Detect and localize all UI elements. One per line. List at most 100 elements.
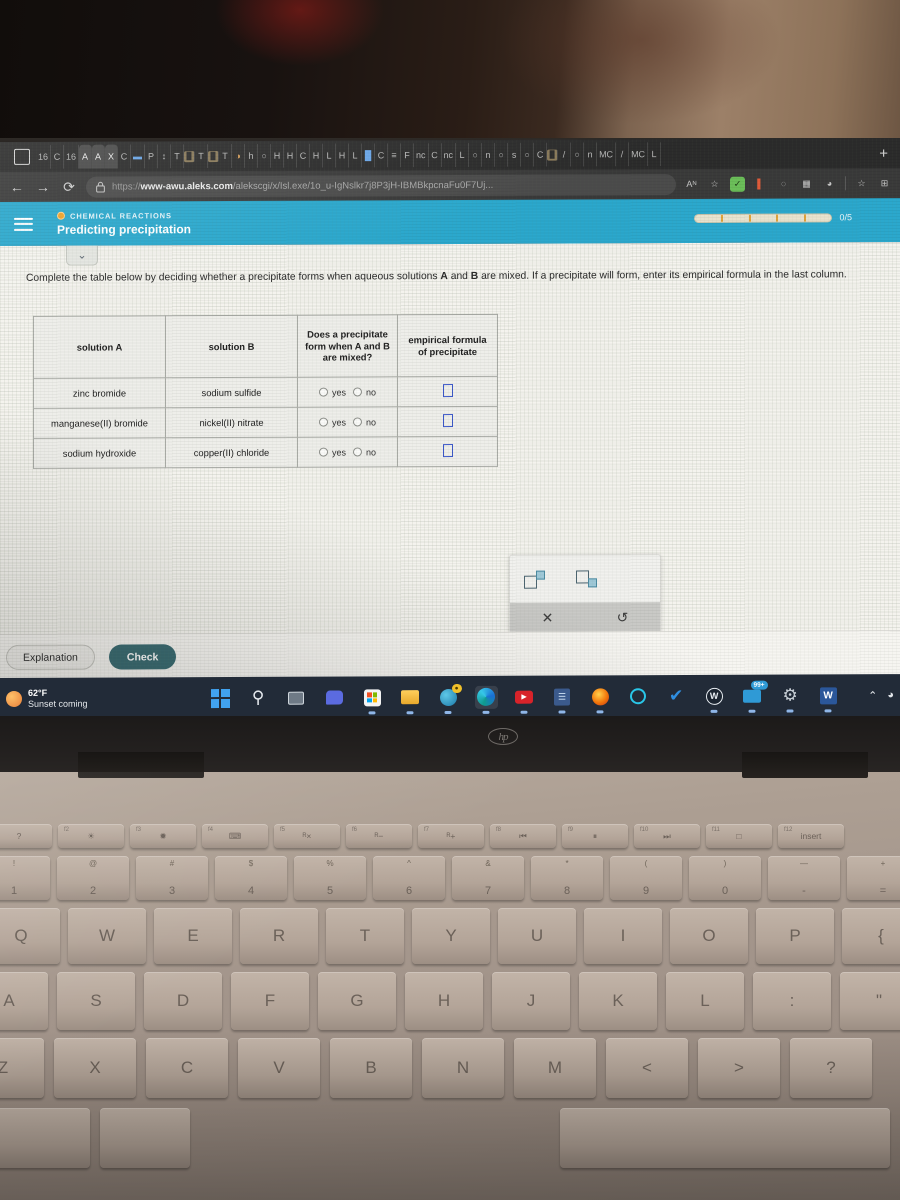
browser-tab-37[interactable]: ○ [521,142,535,167]
radio-yes-row2[interactable]: yes [318,447,346,457]
key-f5[interactable]: f5 ᴿ× [274,824,340,848]
key-m[interactable]: M [514,1038,596,1098]
extension-grammarly-icon[interactable]: ✓ [730,176,745,192]
browser-tab-18[interactable]: H [271,143,285,168]
browser-tab-3[interactable]: A [79,144,93,169]
browser-tab-31[interactable]: nc [441,143,457,168]
key-p[interactable]: P [756,908,834,964]
file-explorer-icon[interactable] [399,686,422,709]
radio-dot-no-icon[interactable] [353,417,362,427]
formula-input-row0[interactable] [442,384,453,398]
key-f7[interactable]: f7 ᴿ+ [418,824,484,848]
browser-tab-9[interactable]: ↕ [158,144,172,169]
tab-list[interactable]: 16 C 16 A A X C ▬ P ↕ T █ T █ T ◑ h ○ H H C H L H L █ C ≡ Fnc Cnc L ○ n ○… [36,141,873,169]
key-{[interactable]: { [842,908,900,964]
check-button[interactable]: Check [108,644,177,670]
key-num-5[interactable]: % 5 [294,856,366,900]
browser-tab-13[interactable]: █ [208,150,220,162]
browser-tab-19[interactable]: H [284,143,298,168]
browser-tab-20[interactable]: C [297,143,311,168]
task-view-icon[interactable] [285,686,308,709]
browser-tab-25[interactable]: █ [362,143,376,168]
browser-tab-38[interactable]: C [534,142,548,167]
browser-tab-34[interactable]: n [482,142,496,167]
hamburger-menu-icon[interactable] [14,214,33,234]
cell-empirical-formula[interactable] [397,406,498,437]
browser-tab-strip[interactable]: 16 C 16 A A X C ▬ P ↕ T █ T █ T ◑ h ○ H H C H L H L █ C ≡ Fnc Cnc L ○ n ○… [0,138,900,172]
key-y[interactable]: Y [412,908,490,964]
key-f[interactable]: F [231,972,309,1030]
browser-tab-43[interactable]: MC [597,142,617,167]
browser-tab-36[interactable]: s [508,142,522,167]
key-?[interactable]: ? [790,1038,872,1098]
key-space[interactable] [560,1108,890,1168]
radio-no-row1[interactable]: no [353,417,376,427]
key-num-6[interactable]: ^ 6 [373,856,445,900]
address-bar[interactable]: https://www-awu.aleks.com/alekscgi/x/Isl… [86,173,676,198]
settings-gear-icon[interactable]: ⚙ [779,684,802,707]
radio-dot-yes-icon[interactable] [318,447,328,457]
browser-tab-44[interactable]: / [616,142,630,167]
key-<[interactable]: < [606,1038,688,1098]
radio-no-row0[interactable]: no [353,387,376,397]
radio-dot-no-icon[interactable] [353,447,362,457]
key-f9[interactable]: f9 ⏸ [562,824,628,848]
key-l[interactable]: L [666,972,744,1030]
clear-input-button[interactable]: ✕ [510,609,585,626]
chat-teams-icon[interactable] [323,686,346,709]
extension-screenshot-icon[interactable]: ▦ [799,176,814,191]
wifi-icon[interactable]: ◕ [887,689,894,701]
browser-tab-8[interactable]: P [145,144,159,169]
browser-tab-5[interactable]: X [105,144,119,169]
formula-input-row2[interactable] [442,444,453,458]
key-num-1[interactable]: ! 1 [0,856,50,900]
start-button[interactable] [209,686,232,709]
key-z[interactable]: Z [0,1038,44,1098]
key-f12[interactable]: f12 insert [778,824,844,848]
read-aloud-icon[interactable]: AN [684,176,699,191]
radio-yes-row0[interactable]: yes [318,387,346,397]
browser-tab-46[interactable]: L [648,142,662,167]
search-icon[interactable]: ⚲ [247,686,270,709]
browser-tab-2[interactable]: 16 [64,144,80,169]
key-bottom-left[interactable] [0,1108,90,1168]
key-d[interactable]: D [144,972,222,1030]
show-hidden-icons-button[interactable]: ⌃ [868,689,877,702]
key-g[interactable]: G [318,972,396,1030]
microsoft-store-icon[interactable] [361,686,384,709]
browser-tab-17[interactable]: ○ [258,143,272,168]
superscript-icon[interactable] [524,570,550,589]
undo-button[interactable]: ↺ [585,609,660,626]
browser-tab-41[interactable]: ○ [571,142,585,167]
radio-yes-row1[interactable]: yes [318,417,346,427]
browser-tab-24[interactable]: L [349,143,363,168]
subscript-icon[interactable] [576,569,602,588]
cortana-icon[interactable] [627,685,650,708]
browser-tab-16[interactable]: h [245,143,259,168]
key->[interactable]: > [698,1038,780,1098]
key-k[interactable]: K [579,972,657,1030]
key-f10[interactable]: f10 ⏭ [634,824,700,848]
cell-empirical-formula[interactable] [397,436,498,467]
browser-tab-4[interactable]: A [92,144,106,169]
browser-tab-0[interactable]: 16 [36,144,52,169]
browser-tab-28[interactable]: F [401,143,415,168]
browser-tab-27[interactable]: ≡ [388,143,402,168]
key-:[interactable]: : [753,972,831,1030]
key-num--[interactable]: — - [768,856,840,900]
browser-tab-23[interactable]: H [336,143,350,168]
browser-tab-6[interactable]: C [118,144,132,169]
browser-tab-12[interactable]: T [195,144,209,169]
key-q[interactable]: Q [0,908,60,964]
key-num-0[interactable]: ) 0 [689,856,761,900]
key-n[interactable]: N [422,1038,504,1098]
browser-tab-21[interactable]: H [310,143,324,168]
radio-no-row2[interactable]: no [353,447,376,457]
key-e[interactable]: E [154,908,232,964]
key-f2[interactable]: f2 ☀ [58,824,124,848]
key-b[interactable]: B [330,1038,412,1098]
collapse-header-button[interactable]: ⌄ [66,245,98,266]
browser-tab-32[interactable]: L [456,142,470,168]
key-o[interactable]: O [670,908,748,964]
browser-tab-42[interactable]: n [584,142,598,167]
